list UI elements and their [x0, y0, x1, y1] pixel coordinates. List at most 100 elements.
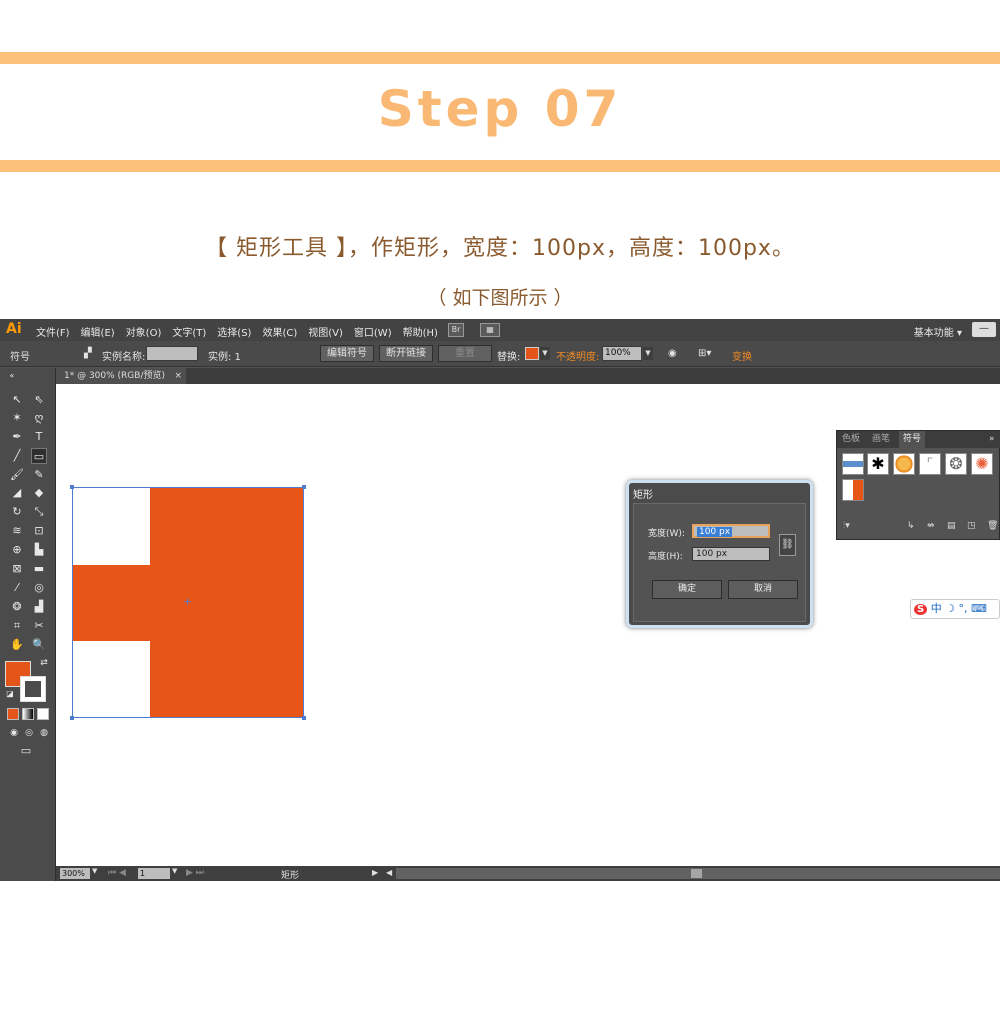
new-symbol-icon[interactable]: ◳ — [967, 521, 976, 531]
break-link-icon[interactable]: ⇎ — [927, 521, 935, 531]
swap-colors-icon[interactable]: ⇄ — [36, 655, 52, 671]
blend-tool-icon[interactable]: ◎ — [31, 580, 47, 596]
menu-window[interactable]: 窗口(W) — [354, 324, 392, 339]
arrange-documents-icon[interactable]: ▦ — [480, 323, 500, 337]
tab-symbols[interactable]: 符号 — [899, 431, 926, 448]
reset-button[interactable]: 重置 — [438, 345, 492, 362]
anchor-top-right[interactable] — [302, 485, 306, 489]
symbol-ink-splat[interactable]: ✱ — [867, 453, 889, 475]
stroke-color-swatch[interactable] — [20, 676, 46, 702]
zoom-tool-icon[interactable]: 🔍 — [31, 637, 47, 653]
type-tool-icon[interactable]: T — [31, 429, 47, 445]
width-tool-icon[interactable]: ≋ — [9, 523, 25, 539]
anchor-bottom-right[interactable] — [302, 716, 306, 720]
document-tab[interactable]: 1* @ 300% (RGB/预览) × — [56, 368, 186, 384]
anchor-bottom-left[interactable] — [70, 716, 74, 720]
rotate-tool-icon[interactable]: ↻ — [9, 504, 25, 520]
zoom-dropdown-icon[interactable]: ▼ — [92, 867, 97, 875]
free-transform-tool-icon[interactable]: ⊡ — [31, 523, 47, 539]
eraser-tool-icon[interactable]: ◆ — [31, 485, 47, 501]
collapse-icon[interactable]: « — [4, 368, 20, 384]
page-number-input[interactable]: 1 — [138, 868, 170, 879]
edit-symbol-button[interactable]: 编辑符号 — [320, 345, 374, 362]
column-graph-tool-icon[interactable]: ▟ — [31, 599, 47, 615]
pencil-tool-icon[interactable]: ✎ — [31, 467, 47, 483]
selection-tool-icon[interactable]: ↖ — [9, 392, 25, 408]
height-input[interactable]: 100 px — [692, 547, 770, 561]
menu-type[interactable]: 文字(T) — [172, 324, 206, 339]
screen-mode-icon[interactable]: ▭ — [18, 743, 34, 759]
eyedropper-tool-icon[interactable]: ⁄ — [9, 580, 25, 596]
magic-wand-tool-icon[interactable]: ✶ — [9, 410, 25, 426]
draw-normal-icon[interactable]: ◉ — [6, 725, 22, 741]
menu-effect[interactable]: 效果(C) — [262, 324, 297, 339]
constrain-proportions-icon[interactable]: ⛓ — [779, 534, 796, 556]
width-input[interactable]: 100 px — [692, 524, 770, 538]
lasso-tool-icon[interactable]: ღ — [31, 410, 47, 426]
replace-symbol-swatch[interactable] — [525, 347, 539, 360]
mesh-tool-icon[interactable]: ⊠ — [9, 561, 25, 577]
line-tool-icon[interactable]: ╱ — [9, 448, 25, 464]
blob-brush-tool-icon[interactable]: ◢ — [9, 485, 25, 501]
symbol-new-orange[interactable] — [842, 479, 864, 501]
artboard-tool-icon[interactable]: ⌗ — [9, 618, 25, 634]
replace-dropdown-icon[interactable]: ▼ — [540, 347, 550, 360]
paintbrush-tool-icon[interactable]: 🖌 — [9, 467, 25, 483]
gradient-mode-icon[interactable] — [22, 708, 34, 720]
hand-tool-icon[interactable]: ✋ — [9, 637, 25, 653]
symbol-frame[interactable]: ⌜ — [919, 453, 941, 475]
symbol-options-icon[interactable]: ▤ — [947, 521, 956, 531]
direct-selection-tool-icon[interactable]: ⇖ — [31, 392, 47, 408]
panel-expand-icon[interactable]: » — [989, 431, 995, 448]
first-page-icon[interactable]: ⏮ ◀ — [108, 868, 126, 878]
minimize-button[interactable]: — — [972, 322, 996, 337]
rectangle-tool-icon[interactable]: ▭ — [31, 448, 47, 464]
ime-status-bar[interactable]: S 中 ☽ °, ⌨ — [910, 599, 1000, 619]
scroll-left-icon[interactable]: ◀ — [386, 868, 392, 877]
symbol-flower[interactable]: ✺ — [971, 453, 993, 475]
menu-select[interactable]: 选择(S) — [217, 324, 251, 339]
symbol-blue-bar[interactable] — [842, 453, 864, 475]
gradient-tool-icon[interactable]: ▬ — [31, 561, 47, 577]
perspective-grid-tool-icon[interactable]: ▙ — [31, 542, 47, 558]
pen-tool-icon[interactable]: ✒ — [9, 429, 25, 445]
symbol-orange-button[interactable] — [893, 453, 915, 475]
status-menu-icon[interactable]: ▶ — [372, 868, 378, 877]
close-icon[interactable]: × — [174, 368, 182, 384]
anchor-top-left[interactable] — [70, 485, 74, 489]
transform-link[interactable]: 变换 — [732, 348, 752, 363]
color-mode-icon[interactable] — [7, 708, 19, 720]
scale-tool-icon[interactable]: ⤡ — [31, 504, 47, 520]
instance-name-input[interactable] — [146, 346, 198, 361]
tab-swatches[interactable]: 色板 — [842, 431, 860, 448]
delete-symbol-icon[interactable]: 🗑 — [987, 521, 998, 531]
shape-builder-tool-icon[interactable]: ⊕ — [9, 542, 25, 558]
workspace-switcher[interactable]: 基本功能 ▾ — [914, 324, 962, 339]
page-dropdown-icon[interactable]: ▼ — [172, 867, 177, 875]
symbol-sprayer-tool-icon[interactable]: ❂ — [9, 599, 25, 615]
symbol-rosette[interactable]: ❂ — [945, 453, 967, 475]
tab-brushes[interactable]: 画笔 — [872, 431, 890, 448]
default-colors-icon[interactable]: ◪ — [2, 686, 18, 702]
menu-view[interactable]: 视图(V) — [308, 324, 343, 339]
none-mode-icon[interactable] — [37, 708, 49, 720]
draw-inside-icon[interactable]: ◍ — [36, 725, 52, 741]
menu-edit[interactable]: 编辑(E) — [81, 324, 115, 339]
ok-button[interactable]: 确定 — [652, 580, 722, 599]
cancel-button[interactable]: 取消 — [728, 580, 798, 599]
slice-tool-icon[interactable]: ✂ — [31, 618, 47, 634]
break-link-button[interactable]: 断开链接 — [379, 345, 433, 362]
scrollbar-thumb[interactable] — [691, 869, 702, 878]
next-page-icon[interactable]: ▶ ⏭ — [186, 868, 204, 878]
zoom-level-input[interactable]: 300% — [60, 868, 90, 879]
menu-file[interactable]: 文件(F) — [36, 324, 70, 339]
draw-behind-icon[interactable]: ◎ — [21, 725, 37, 741]
recolor-icon[interactable]: ◉ — [668, 348, 677, 359]
menu-object[interactable]: 对象(O) — [126, 324, 162, 339]
menu-help[interactable]: 帮助(H) — [403, 324, 438, 339]
opacity-input[interactable]: 100% — [602, 346, 642, 361]
symbol-library-icon[interactable]: ⫶▾ — [843, 521, 850, 531]
opacity-dropdown-icon[interactable]: ▼ — [643, 347, 653, 360]
place-symbol-icon[interactable]: ↳ — [907, 521, 915, 531]
align-options-icon[interactable]: ⊞▾ — [698, 348, 711, 359]
